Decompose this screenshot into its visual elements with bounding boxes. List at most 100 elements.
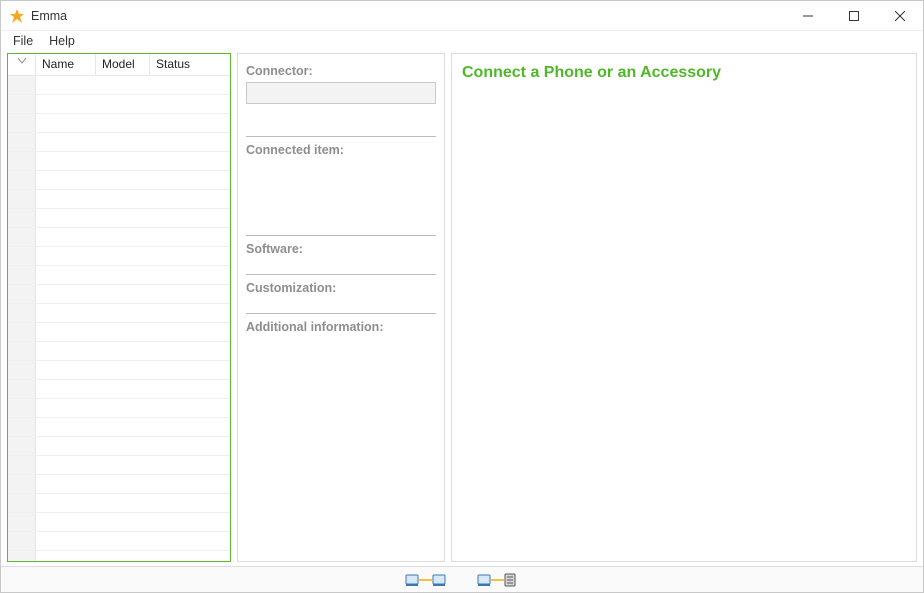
row-content — [36, 152, 230, 170]
row-content — [36, 437, 230, 455]
table-row[interactable] — [8, 456, 230, 475]
row-handle — [8, 418, 36, 436]
row-handle — [8, 494, 36, 512]
device-list-panel: Name Model Status — [7, 53, 231, 562]
software-label: Software: — [246, 242, 436, 256]
details-panel: Connector: Connected item: Software: Cus… — [237, 53, 445, 562]
table-row[interactable] — [8, 418, 230, 437]
column-status[interactable]: Status — [150, 54, 230, 75]
table-row[interactable] — [8, 266, 230, 285]
instruction-headline: Connect a Phone or an Accessory — [462, 64, 906, 82]
row-handle — [8, 361, 36, 379]
divider — [246, 136, 436, 137]
menubar: File Help — [1, 31, 923, 51]
row-content — [36, 551, 230, 561]
row-content — [36, 171, 230, 189]
row-content — [36, 266, 230, 284]
table-row[interactable] — [8, 171, 230, 190]
row-content — [36, 247, 230, 265]
row-content — [36, 475, 230, 493]
menu-help[interactable]: Help — [41, 32, 83, 50]
row-handle — [8, 475, 36, 493]
connected-item-label: Connected item: — [246, 143, 436, 157]
close-button[interactable] — [877, 1, 923, 31]
row-handle — [8, 209, 36, 227]
device-table-header: Name Model Status — [8, 54, 230, 76]
table-row[interactable] — [8, 437, 230, 456]
row-handle — [8, 171, 36, 189]
table-row[interactable] — [8, 190, 230, 209]
statusbar — [1, 566, 923, 592]
row-handle — [8, 133, 36, 151]
row-content — [36, 418, 230, 436]
table-row[interactable] — [8, 228, 230, 247]
table-row[interactable] — [8, 323, 230, 342]
table-row[interactable] — [8, 76, 230, 95]
row-content — [36, 399, 230, 417]
row-content — [36, 209, 230, 227]
customization-label: Customization: — [246, 281, 436, 295]
connection-phone-icon — [405, 572, 447, 588]
row-content — [36, 95, 230, 113]
window-buttons — [785, 1, 923, 31]
app-icon — [9, 8, 25, 24]
table-row[interactable] — [8, 399, 230, 418]
row-content — [36, 76, 230, 94]
row-handle — [8, 76, 36, 94]
app-window: Emma File Help Name Model St — [0, 0, 924, 593]
table-row[interactable] — [8, 361, 230, 380]
connector-value-box — [246, 82, 436, 104]
row-handle — [8, 95, 36, 113]
table-row[interactable] — [8, 532, 230, 551]
divider — [246, 274, 436, 275]
table-row[interactable] — [8, 551, 230, 561]
row-handle — [8, 285, 36, 303]
divider — [246, 313, 436, 314]
row-handle — [8, 114, 36, 132]
row-content — [36, 285, 230, 303]
table-row[interactable] — [8, 304, 230, 323]
menu-file[interactable]: File — [5, 32, 41, 50]
table-row[interactable] — [8, 342, 230, 361]
row-content — [36, 513, 230, 531]
row-handle — [8, 551, 36, 561]
table-row[interactable] — [8, 380, 230, 399]
row-handle — [8, 323, 36, 341]
row-handle — [8, 228, 36, 246]
row-handle — [8, 190, 36, 208]
instruction-panel: Connect a Phone or an Accessory — [451, 53, 917, 562]
row-content — [36, 133, 230, 151]
table-row[interactable] — [8, 494, 230, 513]
row-handle — [8, 532, 36, 550]
table-row[interactable] — [8, 152, 230, 171]
table-row[interactable] — [8, 95, 230, 114]
minimize-button[interactable] — [785, 1, 831, 31]
table-row[interactable] — [8, 513, 230, 532]
main-body: Name Model Status Connector: Connected i… — [1, 51, 923, 566]
table-row[interactable] — [8, 209, 230, 228]
column-model[interactable]: Model — [96, 54, 150, 75]
device-table-body — [8, 76, 230, 561]
row-handle — [8, 342, 36, 360]
column-name[interactable]: Name — [36, 54, 96, 75]
app-title: Emma — [31, 9, 67, 23]
column-sort-indicator[interactable] — [8, 54, 36, 75]
row-content — [36, 380, 230, 398]
table-row[interactable] — [8, 475, 230, 494]
row-handle — [8, 247, 36, 265]
row-handle — [8, 437, 36, 455]
titlebar: Emma — [1, 1, 923, 31]
row-handle — [8, 304, 36, 322]
table-row[interactable] — [8, 114, 230, 133]
maximize-button[interactable] — [831, 1, 877, 31]
row-handle — [8, 152, 36, 170]
row-content — [36, 304, 230, 322]
row-content — [36, 323, 230, 341]
row-content — [36, 228, 230, 246]
divider — [246, 235, 436, 236]
table-row[interactable] — [8, 133, 230, 152]
table-row[interactable] — [8, 247, 230, 266]
row-handle — [8, 456, 36, 474]
additional-info-label: Additional information: — [246, 320, 436, 334]
table-row[interactable] — [8, 285, 230, 304]
